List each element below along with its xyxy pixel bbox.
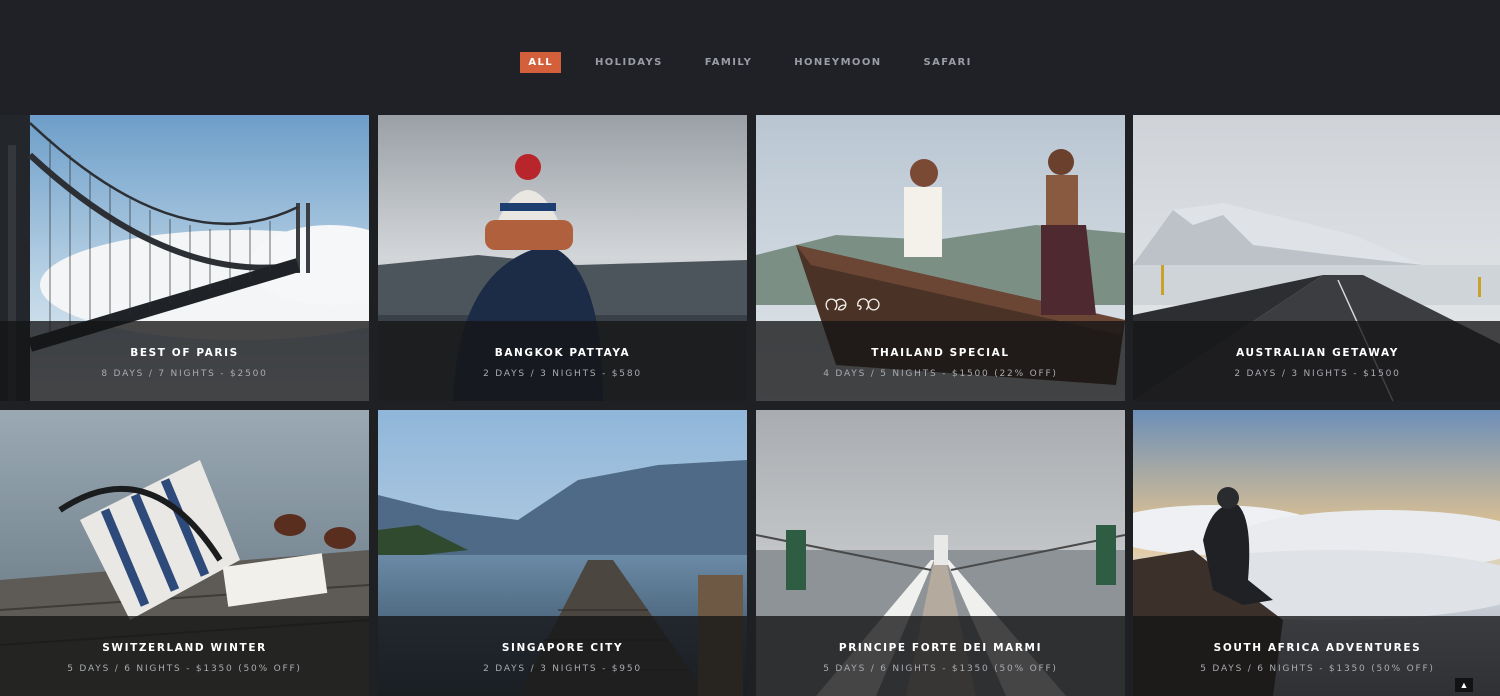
tour-card-singapore-city[interactable]: SINGAPORE CITY 2 DAYS / 3 NIGHTS - $950 bbox=[378, 410, 747, 696]
tour-meta: 4 DAYS / 5 NIGHTS - $1500 (22% OFF) bbox=[823, 369, 1058, 379]
tour-title: SINGAPORE CITY bbox=[501, 642, 624, 654]
tour-caption: PRINCIPE FORTE DEI MARMI 5 DAYS / 6 NIGH… bbox=[756, 616, 1125, 696]
tour-card-bangkok-pattaya[interactable]: BANGKOK PATTAYA 2 DAYS / 3 NIGHTS - $580 bbox=[378, 115, 747, 401]
tour-card-australian-getaway[interactable]: AUSTRALIAN GETAWAY 2 DAYS / 3 NIGHTS - $… bbox=[1133, 115, 1500, 401]
tour-title: BEST OF PARIS bbox=[130, 347, 239, 359]
tour-caption: BEST OF PARIS 8 DAYS / 7 NIGHTS - $2500 bbox=[0, 321, 369, 401]
tour-card-switzerland-winter[interactable]: SWITZERLAND WINTER 5 DAYS / 6 NIGHTS - $… bbox=[0, 410, 369, 696]
tour-meta: 2 DAYS / 3 NIGHTS - $950 bbox=[483, 664, 642, 674]
filter-honeymoon[interactable]: HONEYMOON bbox=[786, 52, 889, 73]
tour-title: SOUTH AFRICA ADVENTURES bbox=[1213, 642, 1422, 654]
tour-title: SWITZERLAND WINTER bbox=[102, 642, 267, 654]
tour-title: PRINCIPE FORTE DEI MARMI bbox=[838, 642, 1043, 654]
filter-family[interactable]: FAMILY bbox=[697, 52, 761, 73]
chevron-up-icon: ▲ bbox=[1459, 680, 1469, 690]
tour-caption: SOUTH AFRICA ADVENTURES 5 DAYS / 6 NIGHT… bbox=[1133, 616, 1500, 696]
tour-grid: BEST OF PARIS 8 DAYS / 7 NIGHTS - $2500 … bbox=[0, 115, 1500, 696]
tour-caption: SWITZERLAND WINTER 5 DAYS / 6 NIGHTS - $… bbox=[0, 616, 369, 696]
tour-card-thailand-special[interactable]: ꩠ ꩡ THAILAND SPECIAL 4 DAYS / 5 NIGHTS -… bbox=[756, 115, 1125, 401]
tour-caption: AUSTRALIAN GETAWAY 2 DAYS / 3 NIGHTS - $… bbox=[1133, 321, 1500, 401]
tour-title: BANGKOK PATTAYA bbox=[494, 347, 631, 359]
tour-title: THAILAND SPECIAL bbox=[871, 347, 1010, 359]
tour-card-south-africa-adventures[interactable]: SOUTH AFRICA ADVENTURES 5 DAYS / 6 NIGHT… bbox=[1133, 410, 1500, 696]
filter-bar: ALL HOLIDAYS FAMILY HONEYMOON SAFARI bbox=[0, 0, 1500, 115]
filter-all[interactable]: ALL bbox=[520, 52, 561, 73]
tour-meta: 5 DAYS / 6 NIGHTS - $1350 (50% OFF) bbox=[823, 664, 1058, 674]
tour-meta: 8 DAYS / 7 NIGHTS - $2500 bbox=[101, 369, 268, 379]
tour-meta: 5 DAYS / 6 NIGHTS - $1350 (50% OFF) bbox=[1200, 664, 1435, 674]
tour-meta: 5 DAYS / 6 NIGHTS - $1350 (50% OFF) bbox=[67, 664, 302, 674]
tour-meta: 2 DAYS / 3 NIGHTS - $580 bbox=[483, 369, 642, 379]
filter-safari[interactable]: SAFARI bbox=[916, 52, 980, 73]
tour-caption: BANGKOK PATTAYA 2 DAYS / 3 NIGHTS - $580 bbox=[378, 321, 747, 401]
tour-caption: SINGAPORE CITY 2 DAYS / 3 NIGHTS - $950 bbox=[378, 616, 747, 696]
svg-text:ꩠ ꩡ: ꩠ ꩡ bbox=[824, 287, 881, 317]
tour-card-best-of-paris[interactable]: BEST OF PARIS 8 DAYS / 7 NIGHTS - $2500 bbox=[0, 115, 369, 401]
filter-tabs: ALL HOLIDAYS FAMILY HONEYMOON SAFARI bbox=[0, 52, 1500, 73]
tour-caption: THAILAND SPECIAL 4 DAYS / 5 NIGHTS - $15… bbox=[756, 321, 1125, 401]
filter-holidays[interactable]: HOLIDAYS bbox=[587, 52, 671, 73]
scroll-to-top-button[interactable]: ▲ bbox=[1455, 678, 1473, 692]
tour-card-principe-forte-dei-marmi[interactable]: PRINCIPE FORTE DEI MARMI 5 DAYS / 6 NIGH… bbox=[756, 410, 1125, 696]
tour-title: AUSTRALIAN GETAWAY bbox=[1236, 347, 1399, 359]
tour-meta: 2 DAYS / 3 NIGHTS - $1500 bbox=[1234, 369, 1401, 379]
